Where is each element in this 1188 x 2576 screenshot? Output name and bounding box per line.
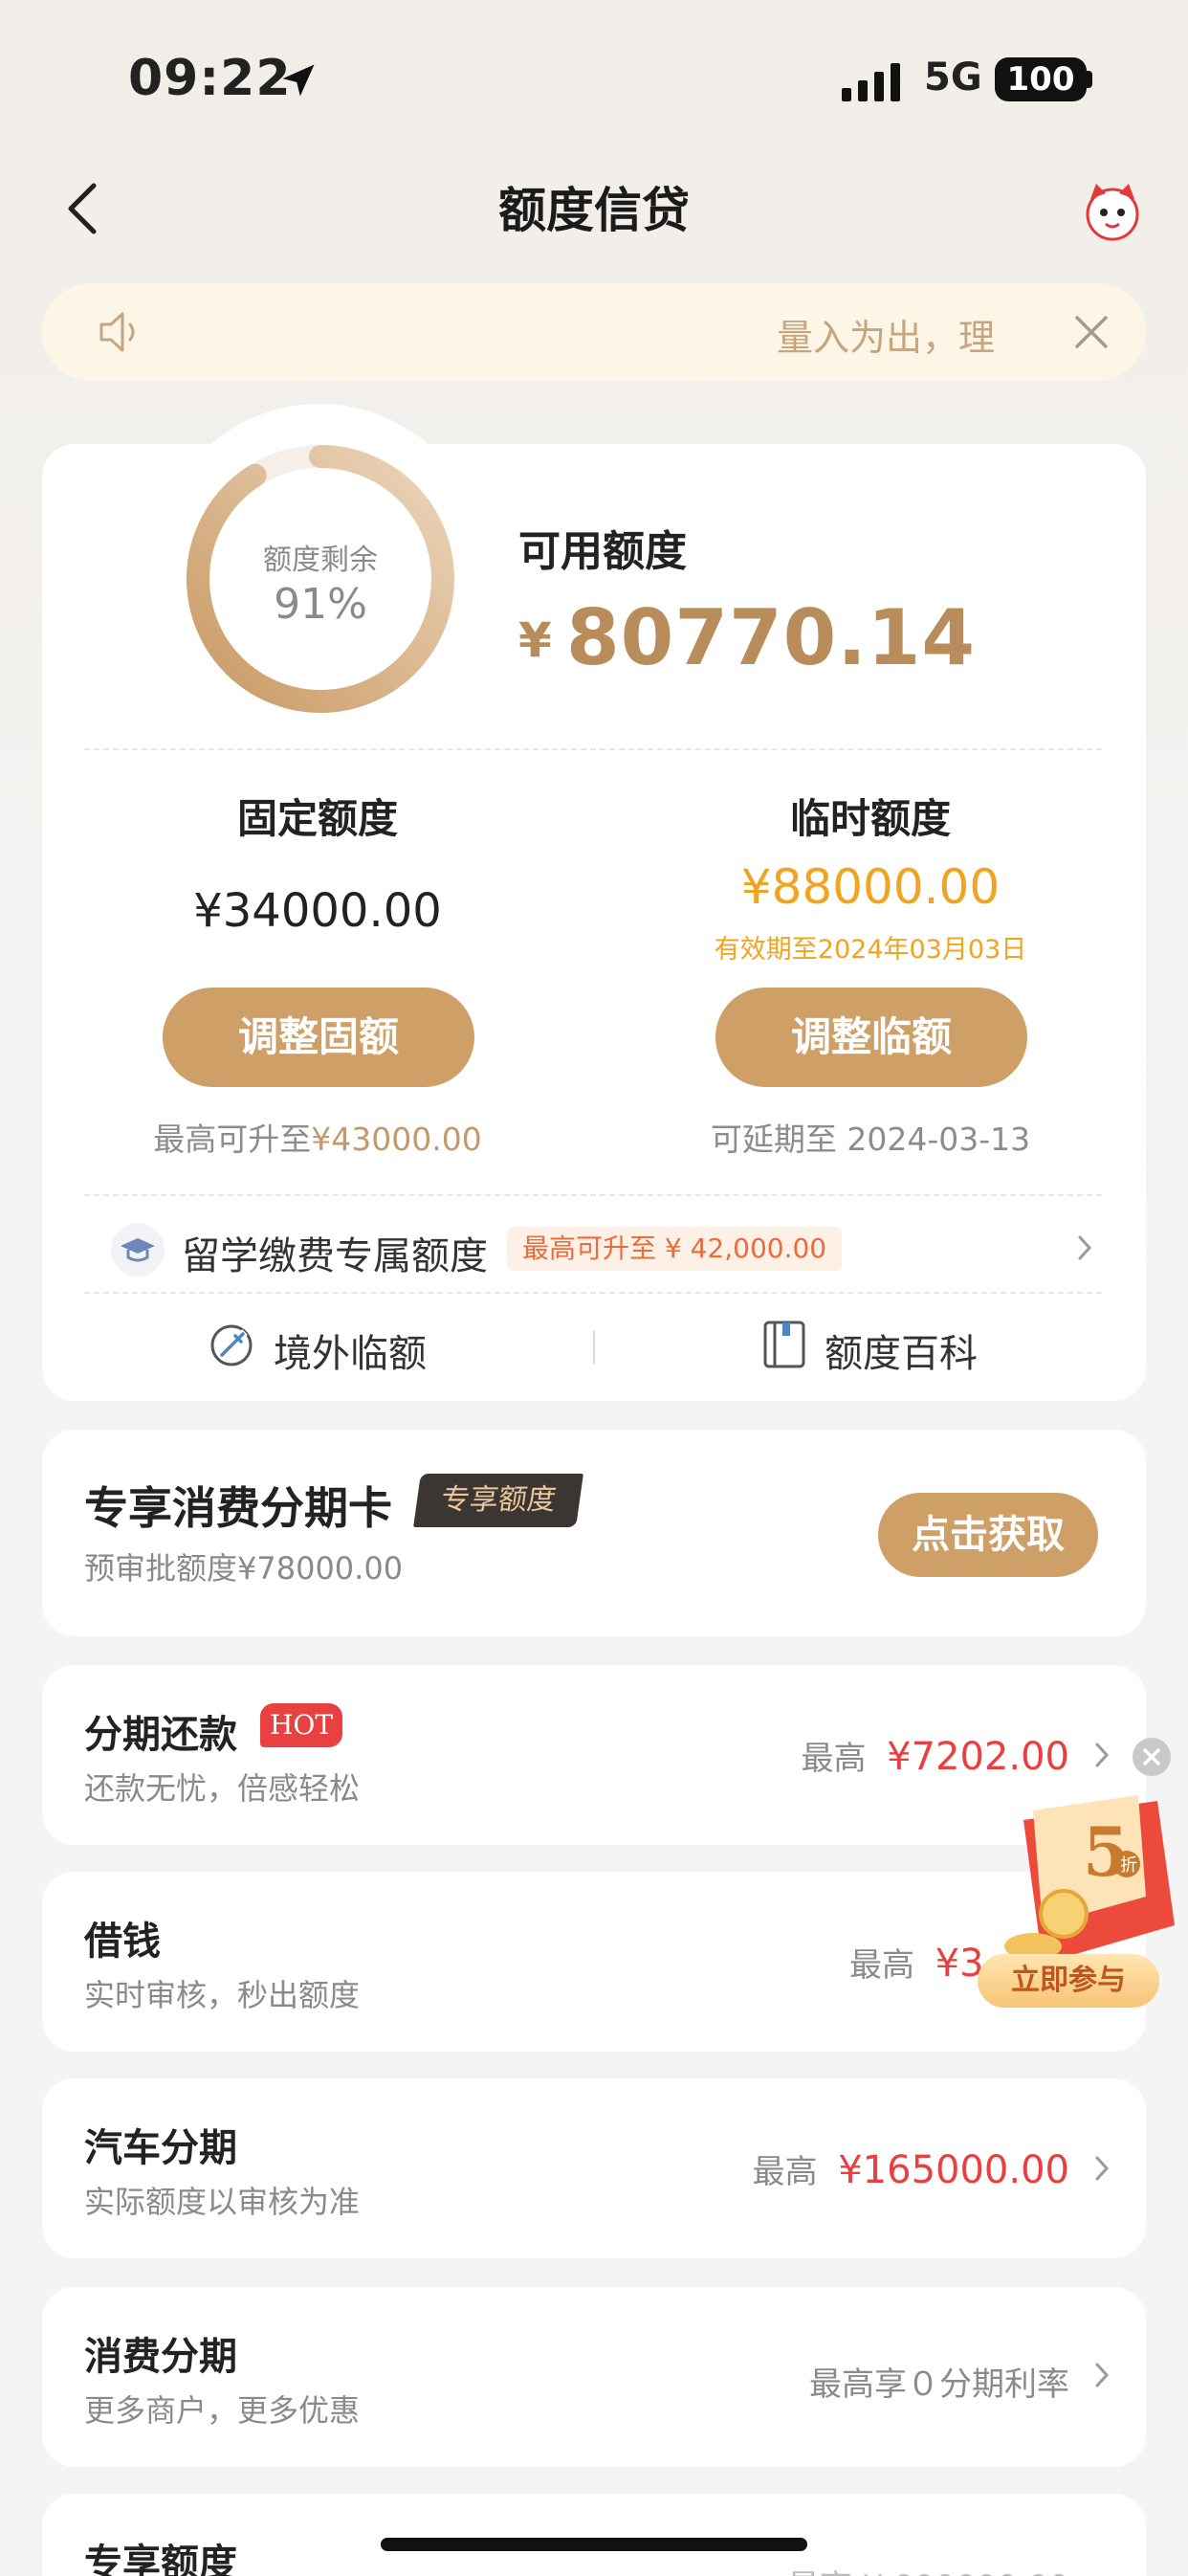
- page-title: 额度信贷: [498, 183, 690, 238]
- temp-quota-expiry: 有效期至2024年03月03日: [714, 935, 1027, 965]
- temp-quota-amount: ¥88000.00: [740, 859, 1001, 915]
- study-quota-tag: 最高可升至 ¥ 42,000.00: [507, 1227, 843, 1271]
- temp-extend-note: 可延期至 2024-03-13: [710, 1121, 1031, 1158]
- adjust-fixed-button[interactable]: 调整固额: [163, 988, 474, 1087]
- installment-card-title: 专享消费分期卡: [84, 1482, 392, 1534]
- quota-wiki-link[interactable]: 额度百科: [825, 1322, 978, 1378]
- item-max-amount: 最高 ¥3: [849, 1942, 984, 1986]
- overseas-temp-quota-link[interactable]: 境外临额: [274, 1322, 427, 1378]
- ring-percent: 91%: [274, 580, 367, 629]
- network-type: 5G: [924, 56, 982, 100]
- battery-tip: [1087, 71, 1092, 88]
- study-abroad-quota-label[interactable]: 留学缴费专属额度: [182, 1225, 488, 1280]
- speaker-icon: [99, 312, 135, 352]
- item-subtitle: 实时审核，秒出额度: [84, 1977, 361, 2013]
- divider: [84, 748, 1102, 750]
- currency-symbol: ¥: [518, 612, 552, 668]
- graduation-cap-icon: [111, 1223, 165, 1277]
- exclusive-quota-tag: 专享额度: [413, 1474, 583, 1527]
- ring-label: 额度剩余: [263, 544, 378, 577]
- promo-discount-unit: 折: [1120, 1855, 1137, 1876]
- fixed-upgrade-note: 最高可升至¥43000.00: [153, 1121, 482, 1158]
- chevron-right-icon[interactable]: [1094, 2362, 1110, 2388]
- available-label: 可用额度: [518, 527, 687, 576]
- divider: [84, 1194, 1102, 1196]
- home-indicator: [381, 2538, 807, 2551]
- item-subtitle: 还款无忧，倍感轻松: [84, 1770, 361, 1807]
- available-amount: 80770.14: [566, 593, 977, 682]
- item-max-amount: 最高 ¥7202.00: [801, 1735, 1069, 1779]
- notice-text: 量入为出，理: [777, 317, 996, 359]
- book-icon: [763, 1321, 805, 1368]
- item-rate-note: 最高享０分期利率: [809, 2365, 1069, 2404]
- get-card-button[interactable]: 点击获取: [878, 1493, 1098, 1577]
- join-now-button[interactable]: 立即参与: [978, 1954, 1159, 2008]
- item-subtitle: 更多商户，更多优惠: [84, 2392, 361, 2429]
- item-title: 汽车分期: [84, 2126, 237, 2170]
- item-title: 消费分期: [84, 2335, 237, 2379]
- temp-quota-title: 临时额度: [789, 795, 951, 842]
- hot-badge: HOT: [260, 1703, 342, 1747]
- overseas-plane-icon: [210, 1324, 253, 1366]
- link-separator: [593, 1330, 595, 1365]
- divider: [84, 1292, 1102, 1294]
- location-arrow-icon: [282, 64, 315, 97]
- assistant-mascot-icon[interactable]: [1079, 178, 1146, 245]
- item-max-amount: 最高 ¥ 000000.00: [787, 2561, 1069, 2576]
- chevron-right-icon[interactable]: [1094, 2155, 1110, 2182]
- battery-indicator: 100: [995, 57, 1087, 101]
- item-title: 分期还款: [84, 1713, 237, 1757]
- close-icon[interactable]: [1073, 314, 1110, 350]
- item-title: 专享额度: [84, 2542, 237, 2576]
- chevron-right-icon[interactable]: [1077, 1234, 1092, 1261]
- chevron-right-icon[interactable]: [1094, 1742, 1110, 1768]
- preapproved-quota: 预审批额度¥78000.00: [84, 1550, 404, 1587]
- fixed-quota-amount: ¥34000.00: [193, 884, 442, 938]
- item-max-amount: 最高 ¥165000.00: [752, 2148, 1069, 2192]
- adjust-temp-button[interactable]: 调整临额: [715, 988, 1027, 1087]
- fixed-quota-title: 固定额度: [236, 795, 398, 842]
- cellular-signal-icon: [842, 63, 900, 101]
- remaining-ring-chart: [187, 445, 454, 713]
- promo-close-icon[interactable]: [1133, 1738, 1171, 1776]
- item-title: 借钱: [84, 1920, 161, 1964]
- item-subtitle: 实际额度以审核为准: [84, 2184, 361, 2220]
- status-time: 09:22: [128, 50, 292, 107]
